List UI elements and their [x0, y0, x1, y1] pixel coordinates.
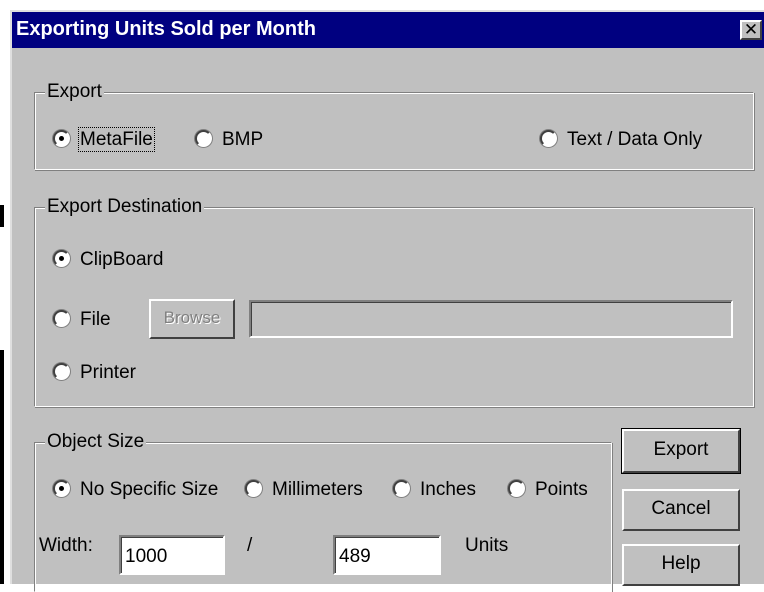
radio-button[interactable]	[393, 480, 410, 497]
object-size-group: Object Size No Specific Size Millimeters…	[34, 431, 612, 592]
browse-button[interactable]: Browse	[149, 299, 235, 339]
radio-millimeters[interactable]: Millimeters	[245, 478, 363, 502]
radio-inches-label: Inches	[420, 479, 476, 500]
close-button[interactable]: ✕	[740, 20, 762, 40]
background-edge-mark	[0, 350, 4, 584]
radio-button[interactable]	[540, 130, 557, 147]
dialog-title: Exporting Units Sold per Month	[16, 18, 316, 40]
radio-file-label: File	[80, 309, 111, 330]
radio-printer-label: Printer	[80, 362, 136, 383]
export-dialog: Exporting Units Sold per Month ✕ Export …	[10, 10, 764, 592]
help-button[interactable]: Help	[622, 544, 740, 586]
radio-button[interactable]	[245, 480, 262, 497]
close-icon: ✕	[743, 20, 759, 39]
help-button-label: Help	[661, 553, 701, 574]
object-size-legend: Object Size	[45, 431, 147, 453]
radio-no-specific-size[interactable]: No Specific Size	[53, 478, 218, 502]
width-label: Width:	[39, 535, 93, 556]
units-label: Units	[465, 535, 509, 556]
browse-button-label: Browse	[163, 308, 221, 327]
radio-button[interactable]	[53, 250, 70, 267]
size-separator: /	[247, 535, 253, 556]
radio-points[interactable]: Points	[508, 478, 588, 502]
radio-millimeters-label: Millimeters	[272, 479, 363, 500]
export-button-label: Export	[653, 439, 709, 460]
radio-bmp[interactable]: BMP	[195, 128, 263, 152]
radio-text-data-only[interactable]: Text / Data Only	[540, 128, 702, 152]
radio-no-specific-size-label: No Specific Size	[80, 479, 219, 500]
radio-button[interactable]	[53, 480, 70, 497]
export-format-legend: Export	[45, 81, 104, 103]
height-input[interactable]	[333, 535, 441, 575]
export-button[interactable]: Export	[621, 428, 741, 474]
export-destination-legend: Export Destination	[45, 196, 205, 218]
export-format-group: Export MetaFile BMP Text / Data Only	[34, 81, 754, 170]
radio-points-label: Points	[535, 479, 588, 500]
title-bar[interactable]: Exporting Units Sold per Month ✕	[12, 12, 764, 48]
cancel-button-label: Cancel	[651, 498, 711, 519]
radio-text-data-only-label: Text / Data Only	[567, 129, 703, 150]
export-destination-group: Export Destination ClipBoard File Browse…	[34, 196, 754, 407]
radio-inches[interactable]: Inches	[393, 478, 476, 502]
width-input[interactable]	[119, 535, 225, 575]
radio-button[interactable]	[508, 480, 525, 497]
radio-button[interactable]	[195, 130, 212, 147]
radio-metafile-label: MetaFile	[78, 127, 155, 152]
radio-bmp-label: BMP	[222, 129, 264, 150]
radio-button[interactable]	[53, 130, 70, 147]
background-edge-mark	[0, 205, 4, 227]
radio-button[interactable]	[53, 363, 70, 380]
radio-clipboard[interactable]: ClipBoard	[53, 248, 163, 272]
radio-metafile[interactable]: MetaFile	[53, 127, 155, 152]
radio-printer[interactable]: Printer	[53, 361, 136, 385]
radio-button[interactable]	[53, 310, 70, 327]
radio-file[interactable]: File	[53, 308, 111, 332]
radio-clipboard-label: ClipBoard	[80, 249, 164, 270]
file-path-field[interactable]	[249, 300, 733, 338]
cancel-button[interactable]: Cancel	[622, 489, 740, 531]
